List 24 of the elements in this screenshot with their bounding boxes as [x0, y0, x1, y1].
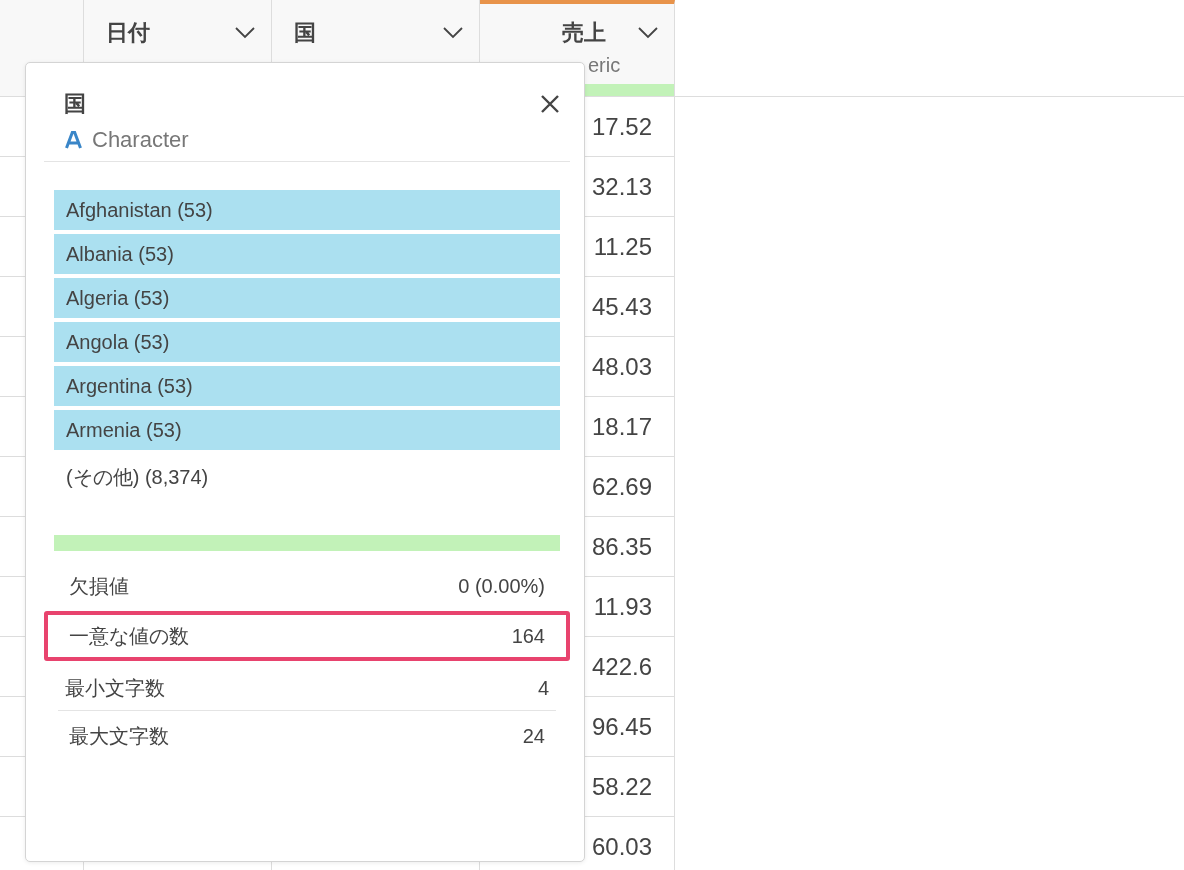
column-name: 国 — [294, 19, 316, 47]
chevron-down-icon[interactable] — [235, 27, 255, 39]
column-type: Character — [92, 127, 189, 153]
value-bar[interactable]: Afghanistan (53) — [54, 190, 560, 230]
letter-a-icon — [65, 131, 82, 149]
value-bar[interactable]: Algeria (53) — [54, 278, 560, 318]
chevron-down-icon[interactable] — [638, 27, 658, 39]
popup-title: 国 — [64, 90, 86, 118]
stat-value: 24 — [522, 724, 545, 748]
stat-label: 最大文字数 — [69, 723, 169, 749]
value-bar[interactable]: Albania (53) — [54, 234, 560, 274]
stat-value: 4 — [537, 676, 549, 700]
value-bar[interactable]: Argentina (53) — [54, 366, 560, 406]
chevron-down-icon[interactable] — [443, 27, 463, 39]
value-bar[interactable]: Armenia (53) — [54, 410, 560, 450]
stat-label: 欠損値 — [69, 573, 129, 599]
column-name: 売上 — [562, 19, 606, 47]
column-name: 日付 — [106, 19, 150, 47]
stat-label: 一意な値の数 — [69, 623, 189, 649]
stat-label: 最小文字数 — [65, 675, 165, 701]
value-bar[interactable]: Angola (53) — [54, 322, 560, 362]
column-type: eric — [587, 54, 622, 77]
close-icon[interactable] — [540, 94, 560, 114]
other-count: (その他) (8,374) — [65, 465, 210, 490]
